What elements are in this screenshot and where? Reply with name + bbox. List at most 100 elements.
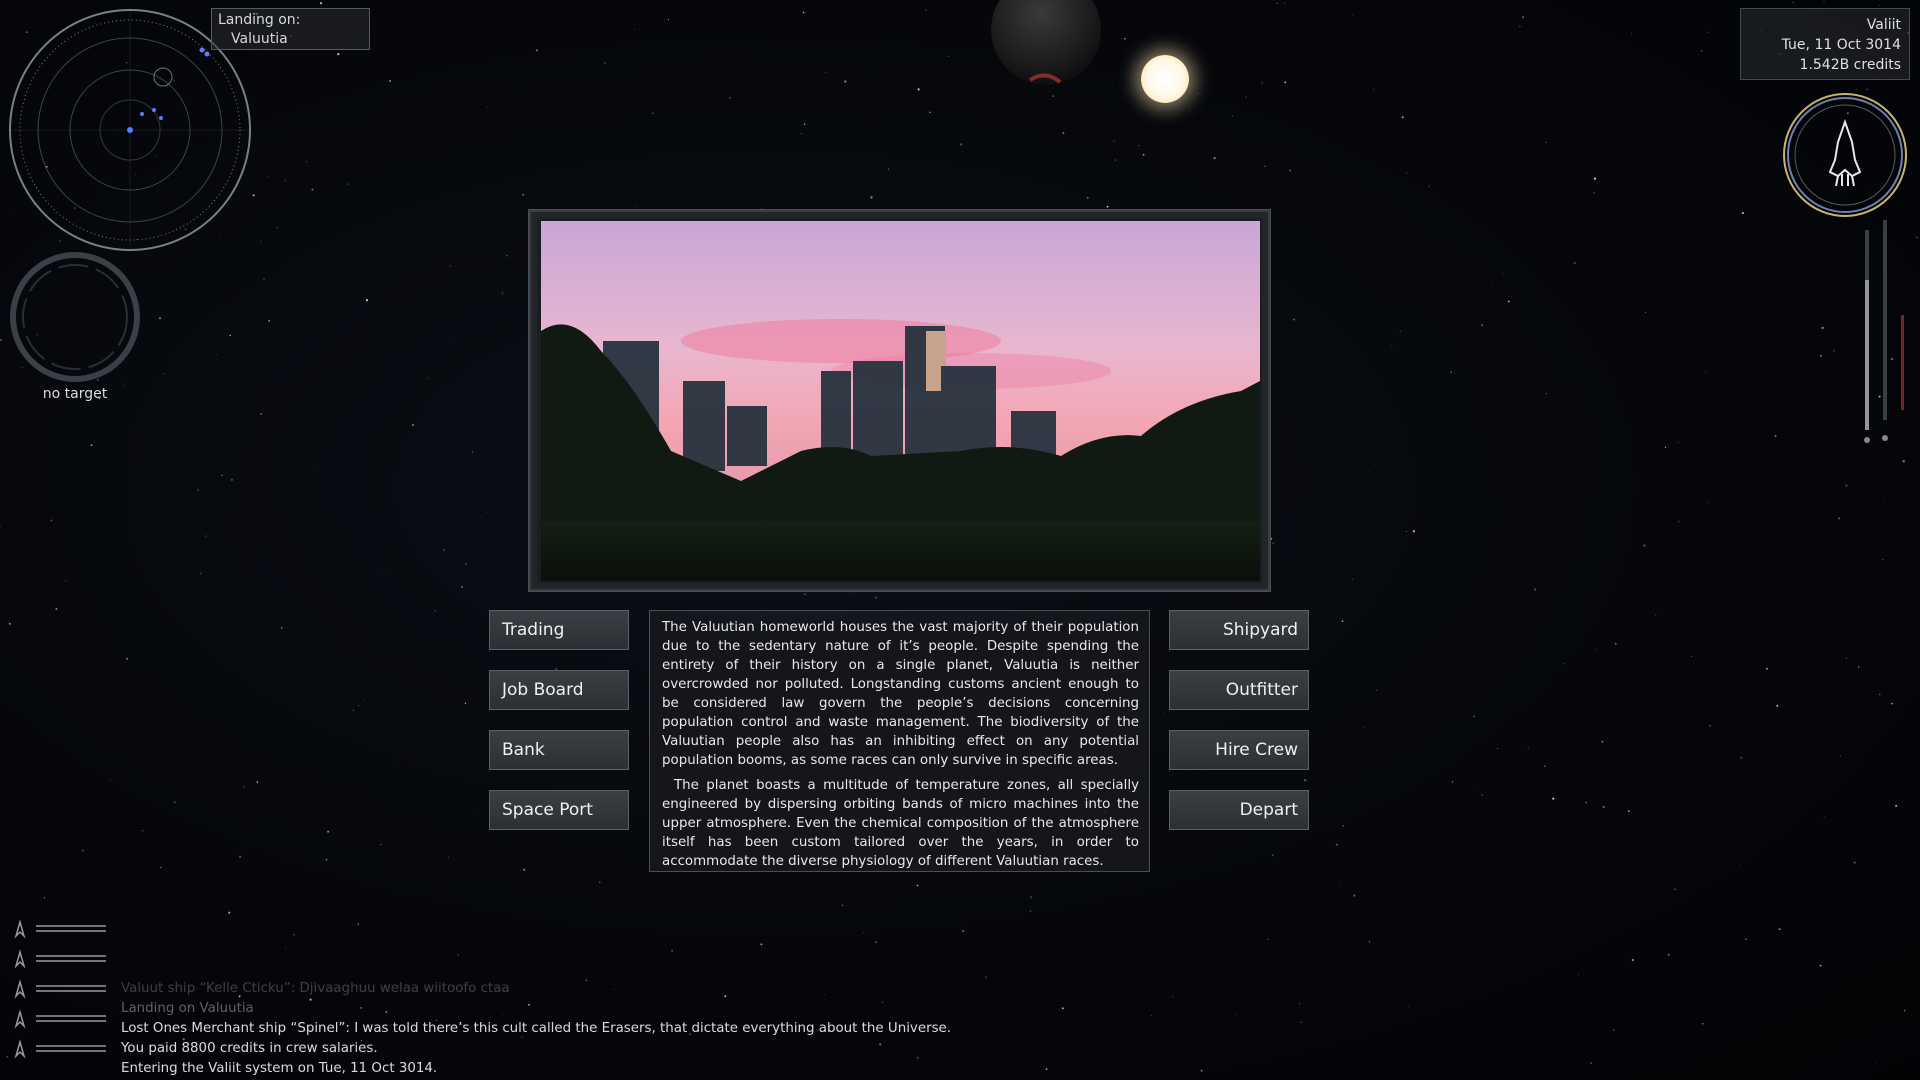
planet-icon [991, 0, 1101, 85]
star [298, 645, 299, 647]
star [43, 897, 46, 899]
star [205, 535, 207, 537]
star [1883, 498, 1885, 500]
star [1522, 16, 1524, 19]
star [1368, 471, 1370, 473]
star [1428, 185, 1431, 188]
star [173, 801, 176, 804]
star [874, 596, 878, 599]
star [1450, 371, 1453, 374]
star [929, 111, 931, 114]
star [1875, 1061, 1877, 1063]
star [1916, 236, 1918, 239]
message-log: Valuut ship “Kelle Cticku”: Djivaaghuu w… [121, 979, 1021, 1079]
star [603, 61, 606, 64]
star [109, 779, 111, 781]
star [941, 605, 942, 607]
star [1391, 345, 1393, 346]
star [1707, 31, 1709, 33]
depart-button[interactable]: Depart [1169, 790, 1309, 830]
star [850, 593, 852, 594]
star [960, 143, 963, 146]
star [1643, 544, 1646, 547]
log-message: Entering the Valiit system on Tue, 11 Oc… [121, 1061, 438, 1076]
star [147, 951, 149, 952]
star [1030, 896, 1033, 899]
trading-button[interactable]: Trading [489, 610, 629, 650]
star [487, 106, 489, 108]
star [1235, 1013, 1236, 1015]
star [1335, 843, 1339, 846]
star [280, 627, 283, 629]
star [256, 781, 259, 783]
log-message: Landing on Valuutia [121, 1001, 254, 1016]
star [802, 11, 805, 14]
star [1271, 854, 1274, 857]
game-date: Tue, 11 Oct 3014 [1781, 37, 1901, 53]
star [1342, 825, 1344, 827]
target-display[interactable] [8, 250, 142, 384]
crew-icon [14, 919, 106, 939]
star [1585, 801, 1587, 804]
star [1879, 5, 1881, 6]
star [1405, 530, 1407, 533]
landing-label: Landing on: [218, 12, 301, 28]
star [1517, 147, 1519, 149]
star [268, 319, 271, 322]
star [55, 607, 58, 610]
ship-status-dial[interactable] [1780, 90, 1910, 220]
star [1376, 689, 1378, 691]
star [428, 377, 430, 379]
star [383, 569, 385, 571]
star [1678, 441, 1679, 443]
star [1368, 941, 1371, 943]
star [1645, 312, 1646, 314]
star [90, 444, 93, 447]
bank-button[interactable]: Bank [489, 730, 629, 770]
star [1709, 725, 1711, 727]
star [1373, 89, 1375, 91]
star [1573, 261, 1576, 265]
star [1300, 1021, 1302, 1023]
star [1891, 702, 1893, 705]
star [158, 317, 162, 320]
hire-crew-button[interactable]: Hire Crew [1169, 730, 1309, 770]
star [1690, 139, 1692, 141]
job-board-button[interactable]: Job Board [489, 670, 629, 710]
star [1690, 655, 1692, 657]
star [651, 112, 654, 115]
space-port-button[interactable]: Space Port [489, 790, 629, 830]
star [1674, 888, 1676, 891]
star [1519, 25, 1521, 28]
star [870, 196, 873, 199]
star [1819, 354, 1822, 357]
star [1631, 958, 1634, 962]
star [636, 206, 638, 208]
outfitter-button[interactable]: Outfitter [1169, 670, 1309, 710]
star [947, 55, 950, 57]
star [1412, 530, 1416, 533]
star [634, 29, 636, 31]
star [1052, 95, 1054, 97]
star [319, 2, 323, 5]
shipyard-button[interactable]: Shipyard [1169, 610, 1309, 650]
star [1702, 1023, 1704, 1025]
star [1895, 804, 1898, 808]
star [925, 9, 927, 11]
star [464, 702, 467, 704]
star [434, 609, 437, 612]
star [1601, 740, 1604, 743]
star [1408, 1005, 1410, 1007]
star [327, 830, 330, 833]
star [6, 1055, 9, 1058]
star [825, 72, 826, 73]
description-paragraph: The Valuutian homeworld houses the vast … [662, 620, 1139, 768]
star [230, 478, 234, 481]
star [1481, 324, 1483, 327]
credits-display: 1.542B credits [1799, 57, 1901, 73]
star [352, 709, 354, 711]
landing-target-box: Landing on: Valuutia [211, 8, 370, 50]
star [1631, 33, 1632, 35]
star [1544, 765, 1546, 768]
star [473, 814, 475, 816]
